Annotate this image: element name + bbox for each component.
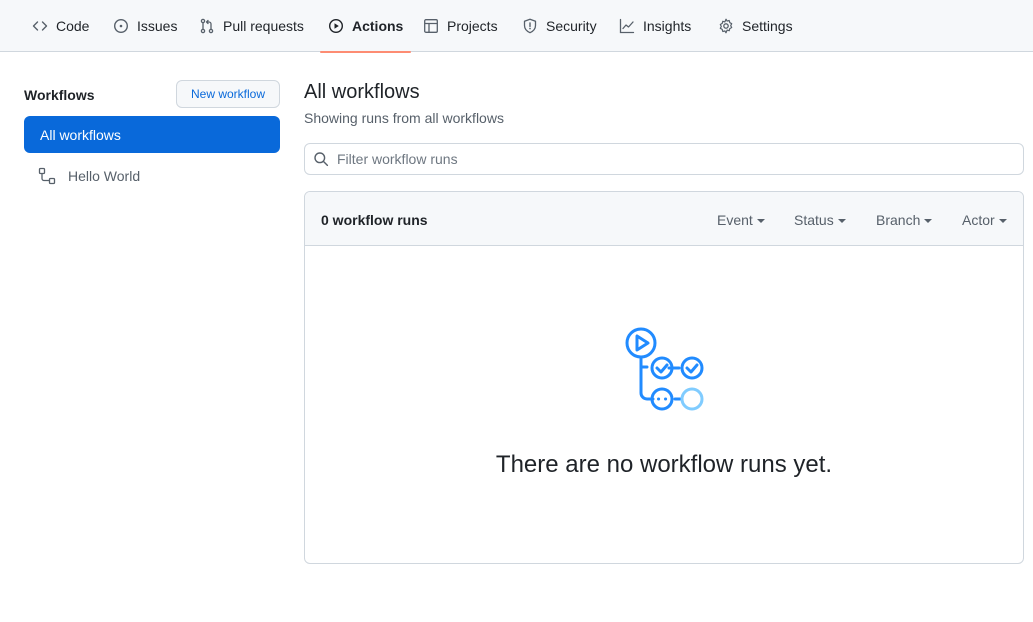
page-subtitle: Showing runs from all workflows [304, 110, 504, 126]
tab-label: Code [56, 18, 90, 34]
filter-input[interactable] [337, 151, 997, 167]
dropdown-label: Status [794, 212, 834, 228]
sidebar-item-label: Hello World [68, 168, 141, 184]
graph-icon [619, 18, 635, 34]
tab-label: Issues [137, 18, 178, 34]
event-filter-dropdown[interactable]: Event [717, 212, 765, 228]
tab-security[interactable]: Security [514, 0, 605, 52]
status-filter-dropdown[interactable]: Status [794, 212, 846, 228]
tab-label: Projects [447, 18, 498, 34]
empty-state-message: There are no workflow runs yet. [495, 451, 833, 478]
caret-down-icon [924, 219, 933, 223]
code-icon [32, 21, 48, 31]
workflow-illustration-icon [625, 327, 704, 411]
tab-label: Security [546, 18, 597, 34]
tab-label: Settings [742, 18, 793, 34]
git-pull-request-icon [200, 18, 214, 34]
sidebar-item-hello-world[interactable]: Hello World [24, 160, 280, 192]
search-icon [314, 152, 329, 167]
page-title: All workflows [304, 81, 420, 103]
caret-down-icon [756, 219, 765, 223]
dropdown-label: Actor [962, 212, 995, 228]
tab-pull-requests[interactable]: Pull requests [191, 0, 312, 52]
dropdown-label: Branch [876, 212, 921, 228]
tab-issues[interactable]: Issues [105, 0, 185, 52]
tab-settings[interactable]: Settings [710, 0, 801, 52]
tab-code[interactable]: Code [24, 0, 97, 52]
tab-actions[interactable]: Actions [320, 0, 412, 53]
workflow-runs-header: 0 workflow runs Event Status Branch Acto… [305, 192, 1023, 246]
repo-nav: Code Issues Pull requests Actions Projec… [0, 0, 1033, 53]
play-icon [328, 18, 344, 34]
table-icon [424, 19, 438, 33]
branch-filter-dropdown[interactable]: Branch [876, 212, 933, 228]
tab-projects[interactable]: Projects [415, 0, 506, 52]
workflow-icon [38, 167, 56, 185]
caret-down-icon [998, 219, 1007, 223]
workflow-runs-box: 0 workflow runs Event Status Branch Acto… [304, 191, 1024, 564]
dropdown-label: Event [717, 212, 753, 228]
tab-label: Pull requests [223, 18, 304, 34]
issue-opened-icon [113, 18, 129, 34]
tab-label: Insights [643, 18, 692, 34]
shield-icon [523, 18, 537, 34]
tab-insights[interactable]: Insights [611, 0, 699, 52]
caret-down-icon [837, 219, 846, 223]
tab-label: Actions [352, 18, 404, 34]
gear-icon [719, 18, 733, 34]
sidebar-item-label: All workflows [40, 126, 121, 143]
runs-count: 0 workflow runs [321, 212, 428, 228]
actor-filter-dropdown[interactable]: Actor [962, 212, 1007, 228]
sidebar-item-all-workflows[interactable]: All workflows [24, 116, 280, 153]
new-workflow-button[interactable]: New workflow [176, 80, 280, 108]
filter-workflow-runs[interactable] [304, 143, 1024, 175]
sidebar-title: Workflows [24, 87, 95, 103]
